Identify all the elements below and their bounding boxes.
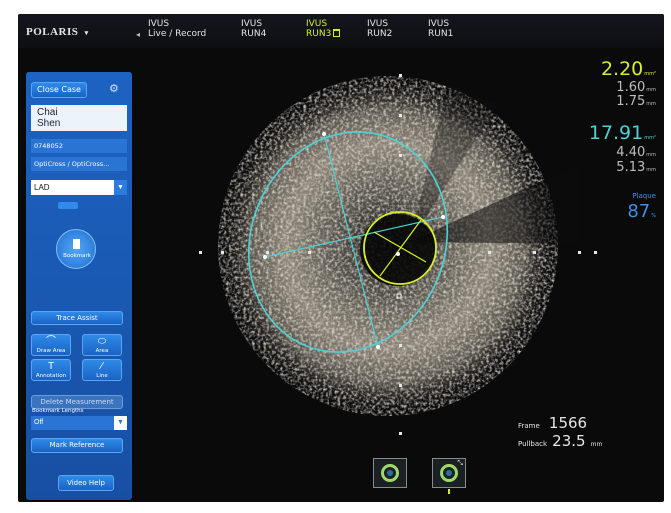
patient-id-field: 0748052 <box>31 139 127 153</box>
area-button[interactable]: ⬭ Area <box>82 334 122 356</box>
tab-line2: RUN4 <box>241 29 267 39</box>
line-label: Line <box>96 373 108 379</box>
tab-line1: IVUS <box>148 19 170 29</box>
unit-mm: mm <box>646 101 656 107</box>
pullback-value: 23.5 <box>552 432 586 450</box>
collapse-button[interactable] <box>58 202 78 209</box>
catheter-field: OptiCross / OptiCross... <box>31 157 127 171</box>
draw-area-button[interactable]: ⌒ Draw Area <box>31 334 71 356</box>
lumen-area-value: 2.20 <box>600 58 644 80</box>
video-help-button[interactable]: Video Help <box>58 475 114 491</box>
tab-line1: IVUS <box>306 19 328 29</box>
chevron-left-icon[interactable]: ◂ <box>136 30 140 39</box>
selection-tick-icon <box>448 489 450 494</box>
lumen-d1-value: 1.60 <box>616 80 646 95</box>
area-icon: ⬭ <box>97 336 107 347</box>
lumen-area-unit: mm² <box>644 71 656 77</box>
draw-area-icon: ⌒ <box>46 336 56 347</box>
annotation-label: Annotation <box>35 373 67 379</box>
patient-first-name: Chai <box>37 107 58 118</box>
brand-caret-icon: ▾ <box>84 29 89 37</box>
tab-line2: RUN3 <box>306 29 332 39</box>
vessel-value: LAD <box>34 183 50 192</box>
lumen-d2-value: 1.75 <box>616 94 646 109</box>
plaque-readout: 87% <box>627 201 656 222</box>
bookmark-label: Bookmark <box>63 253 91 259</box>
chevron-down-icon[interactable]: ▼ <box>114 416 127 430</box>
tab-line1: IVUS <box>428 19 450 29</box>
trash-icon[interactable] <box>333 29 341 37</box>
top-bar: POLARIS ▾ ◂ IVUS Live / Record IVUS RUN4… <box>18 14 664 48</box>
frame-label: Frame <box>518 422 540 430</box>
bookmark-lengths-select[interactable]: Off ▼ <box>31 416 127 430</box>
vessel-area-value: 17.91 <box>588 122 644 144</box>
settings-icon[interactable]: ⚙ <box>109 82 119 95</box>
line-icon: ⁄ <box>101 361 103 372</box>
delete-measurement-button[interactable]: Delete Measurement <box>31 395 123 409</box>
tab-line1: IVUS <box>241 19 263 29</box>
bookmark-button[interactable]: Bookmark <box>56 229 96 269</box>
vessel-select[interactable]: LAD ▼ <box>31 180 127 195</box>
lumen-diameter-min: 1.60mm <box>616 80 656 95</box>
unit-mm: mm <box>646 152 656 158</box>
vessel-d1-value: 4.40 <box>616 145 646 160</box>
tab-line1: IVUS <box>367 19 389 29</box>
view-thumbnail-2[interactable]: ⤡ <box>432 458 466 494</box>
plaque-unit: % <box>651 213 656 219</box>
tab-run4[interactable]: IVUS RUN4 <box>241 19 266 39</box>
tab-line2: RUN1 <box>428 29 454 39</box>
lumen-dot-icon <box>387 470 393 476</box>
frame-readout: Frame 1566 <box>518 413 587 432</box>
tab-run1[interactable]: IVUS RUN1 <box>428 19 453 39</box>
text-icon: T <box>47 361 55 372</box>
brand-label: POLARIS <box>26 26 79 38</box>
tab-live-record[interactable]: IVUS Live / Record <box>148 19 206 39</box>
ivus-console-screen: POLARIS ▾ ◂ IVUS Live / Record IVUS RUN4… <box>18 14 664 502</box>
lumen-area-readout: 2.20mm² <box>601 58 656 80</box>
tab-line2: Live / Record <box>148 29 207 39</box>
vessel-area-unit: mm² <box>644 135 656 141</box>
tab-run3[interactable]: IVUS RUN3 <box>306 19 341 39</box>
close-case-button[interactable]: Close Case <box>31 82 87 98</box>
tab-line2: RUN2 <box>367 29 393 39</box>
plaque-label: Plaque <box>632 192 656 200</box>
pullback-readout: Pullback 23.5 mm <box>518 431 602 450</box>
unit-mm: mm <box>646 87 656 93</box>
pullback-label: Pullback <box>518 440 548 448</box>
vessel-diameter-min: 4.40mm <box>616 145 656 160</box>
brand-menu[interactable]: POLARIS ▾ <box>26 26 89 38</box>
lumen-diameter-max: 1.75mm <box>616 94 656 109</box>
tab-run2[interactable]: IVUS RUN2 <box>367 19 392 39</box>
plaque-value: 87 <box>627 201 651 222</box>
vessel-d2-value: 5.13 <box>616 160 646 175</box>
bookmark-lengths-value: Off <box>34 419 44 426</box>
vessel-diameter-max: 5.13mm <box>616 160 656 175</box>
view-thumbnail-1[interactable] <box>373 458 407 488</box>
pullback-unit: mm <box>590 441 603 448</box>
line-button[interactable]: ⁄ Line <box>82 359 122 381</box>
bookmark-icon <box>73 239 80 249</box>
area-label: Area <box>95 348 109 354</box>
vessel-area-readout: 17.91mm² <box>589 122 656 144</box>
left-sidebar: Close Case ⚙ Chai Shen 0748052 OptiCross… <box>26 72 132 500</box>
draw-area-label: Draw Area <box>36 348 66 354</box>
annotation-button[interactable]: T Annotation <box>31 359 71 381</box>
chevron-down-icon[interactable]: ▼ <box>114 180 127 195</box>
trace-assist-button[interactable]: Trace Assist <box>31 311 123 325</box>
patient-name-box: Chai Shen <box>31 105 127 131</box>
mark-reference-button[interactable]: Mark Reference <box>31 438 123 453</box>
unit-mm: mm <box>646 167 656 173</box>
lumen-dot-icon <box>446 470 452 476</box>
frame-value: 1566 <box>548 414 588 432</box>
bookmark-lengths-label: Bookmark Lengths <box>32 408 84 414</box>
patient-last-name: Shen <box>37 118 61 129</box>
expand-icon: ⤡ <box>457 460 463 467</box>
